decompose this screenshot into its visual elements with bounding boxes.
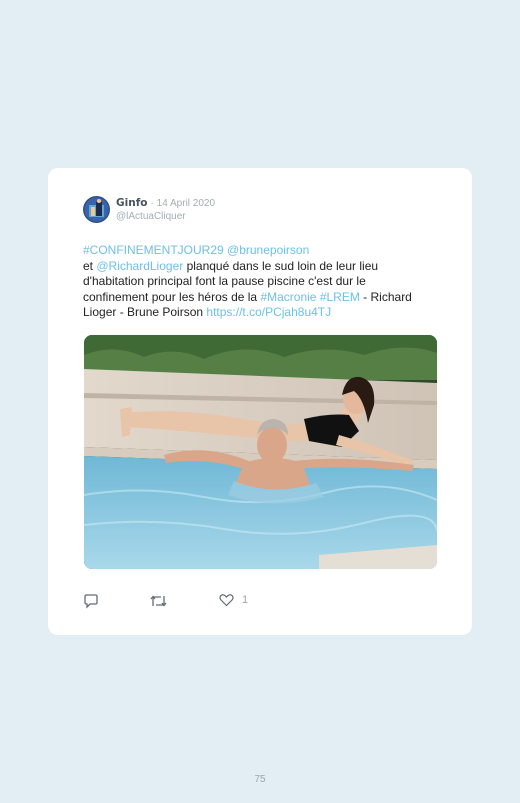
tweet-card: Ginfo · 14 April 2020 @lActuaCliquer #CO… [48, 168, 472, 635]
retweet-icon [150, 595, 167, 607]
tweet-text: #CONFINEMENTJOUR29 @brunepoirson et @Rich… [83, 243, 423, 321]
url-link[interactable]: https://t.co/PCjah8u4TJ [206, 305, 331, 319]
reply-icon [84, 594, 98, 609]
like-button[interactable]: 1 [219, 593, 248, 607]
like-count: 1 [242, 594, 249, 606]
tweet-photo[interactable] [84, 335, 437, 569]
mention-link[interactable]: @brunepoirson [227, 243, 309, 257]
hashtag-link[interactable]: #CONFINEMENTJOUR29 [83, 243, 224, 257]
author-handle[interactable]: @lActuaCliquer [116, 211, 186, 222]
page-number: 75 [254, 774, 266, 785]
mention-link[interactable]: @RichardLioger [96, 259, 183, 273]
hashtag-link[interactable]: #Macronie [260, 290, 316, 304]
author-row: Ginfo · 14 April 2020 [116, 197, 215, 209]
tweet-date[interactable]: · 14 April 2020 [151, 198, 216, 209]
hashtag-link[interactable]: #LREM [320, 290, 360, 304]
avatar[interactable] [83, 196, 110, 223]
heart-icon [219, 594, 234, 607]
reply-button[interactable] [83, 593, 99, 609]
tweet-text-segment: et [83, 258, 97, 273]
author-name[interactable]: Ginfo [116, 197, 147, 209]
retweet-button[interactable] [150, 593, 167, 609]
